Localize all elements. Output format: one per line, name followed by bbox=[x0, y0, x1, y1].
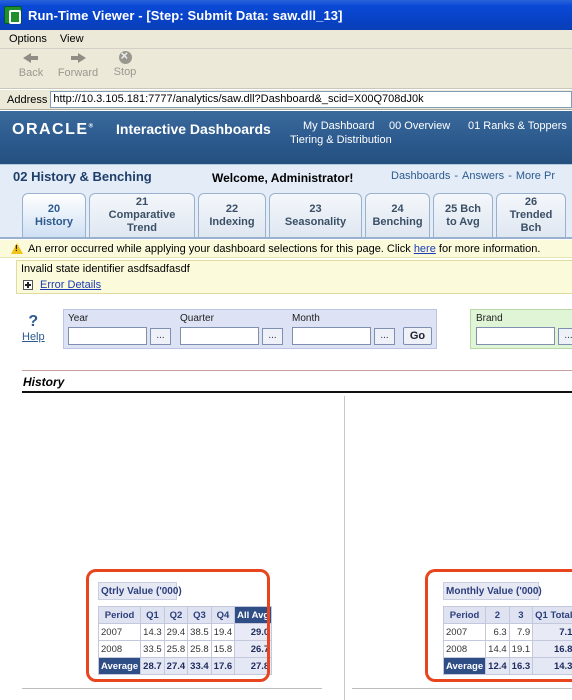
error-details-toggle[interactable]: Error Details bbox=[23, 279, 101, 291]
forward-label: Forward bbox=[57, 67, 99, 79]
month-input[interactable] bbox=[292, 327, 371, 345]
tab-26-trended-bch[interactable]: 26 Trended Bch bbox=[496, 193, 566, 237]
back-arrow-icon bbox=[23, 51, 39, 65]
year-input[interactable] bbox=[68, 327, 147, 345]
error-here-link[interactable]: here bbox=[414, 243, 436, 255]
quarter-label: Quarter bbox=[180, 313, 214, 324]
tab-21-comparative-trend[interactable]: 21 Comparative Trend bbox=[89, 193, 195, 237]
menu-bar: Options View bbox=[0, 30, 572, 49]
error-details-link[interactable]: Error Details bbox=[40, 279, 101, 291]
stop-button[interactable]: Stop bbox=[103, 48, 147, 78]
page-tabs: 20 History 21 Comparative Trend 22 Indexing … bbox=[0, 188, 572, 239]
menu-view[interactable]: View bbox=[51, 33, 88, 45]
tab-23-seasonality[interactable]: 23 Seasonality bbox=[269, 193, 362, 237]
help-label[interactable]: Help bbox=[22, 331, 45, 343]
error-box: Invalid state identifier asdfsadfasdf Er… bbox=[16, 260, 572, 294]
oracle-logo: ORACLE® bbox=[12, 121, 95, 138]
error-message: Invalid state identifier asdfsadfasdf bbox=[21, 263, 190, 275]
page-title: 02 History & Benching bbox=[13, 169, 152, 184]
prompts-panel: Year ... Quarter ... Month ... Go bbox=[63, 309, 437, 349]
warning-icon bbox=[11, 243, 23, 254]
toolbar: Back Forward Stop bbox=[0, 48, 572, 89]
address-label: Address bbox=[7, 93, 48, 106]
highlight-ring-qtrly bbox=[86, 569, 270, 682]
address-bar: Address http://10.3.105.181:7777/analyti… bbox=[0, 90, 572, 110]
stop-icon bbox=[118, 48, 132, 64]
error-text: An error occurred while applying your da… bbox=[28, 242, 541, 255]
section-top-divider bbox=[22, 370, 572, 371]
more-products-link[interactable]: More Pr bbox=[516, 170, 555, 182]
stop-label: Stop bbox=[113, 66, 137, 78]
global-links: Dashboards - Answers - More Pr bbox=[391, 170, 555, 182]
year-label: Year bbox=[68, 313, 89, 324]
nav-00-overview[interactable]: 00 Overview bbox=[389, 120, 450, 132]
help-question-icon: ? bbox=[28, 313, 39, 330]
quarter-input[interactable] bbox=[180, 327, 259, 345]
nav-01-ranks-toppers[interactable]: 01 Ranks & Toppers bbox=[468, 120, 567, 132]
highlight-ring-monthly bbox=[425, 569, 572, 682]
product-title: Interactive Dashboards bbox=[116, 121, 271, 137]
app-icon bbox=[4, 6, 22, 24]
month-picker-button[interactable]: ... bbox=[374, 328, 395, 345]
bottom-divider-left bbox=[22, 688, 322, 689]
back-label: Back bbox=[18, 67, 44, 79]
brand-input[interactable] bbox=[476, 327, 555, 345]
brand-label: Brand bbox=[476, 313, 503, 324]
error-bar: An error occurred while applying your da… bbox=[0, 240, 572, 258]
forward-arrow-icon bbox=[70, 51, 86, 65]
forward-button[interactable]: Forward bbox=[56, 51, 100, 79]
welcome-text: Welcome, Administrator! bbox=[212, 171, 354, 185]
tab-25-bch-to-avg[interactable]: 25 Bch to Avg bbox=[433, 193, 493, 237]
dashboards-link[interactable]: Dashboards bbox=[391, 170, 450, 182]
tab-22-indexing[interactable]: 22 Indexing bbox=[198, 193, 266, 237]
section-divider bbox=[22, 391, 572, 393]
tab-20-history[interactable]: 20 History bbox=[22, 193, 86, 237]
window-title-bar: Run-Time Viewer - [Step: Submit Data: sa… bbox=[0, 0, 572, 30]
nav-my-dashboard[interactable]: My Dashboard bbox=[303, 120, 375, 132]
brand-prompt-panel: Brand ... bbox=[470, 309, 572, 349]
oracle-header: ORACLE® Interactive Dashboards My Dashbo… bbox=[0, 111, 572, 164]
go-button[interactable]: Go bbox=[403, 327, 432, 345]
column-divider bbox=[344, 396, 345, 700]
window-title: Run-Time Viewer - [Step: Submit Data: sa… bbox=[28, 7, 343, 23]
nav-tiering-distribution[interactable]: Tiering & Distribution bbox=[290, 134, 392, 146]
expand-plus-icon[interactable] bbox=[23, 280, 33, 290]
back-button[interactable]: Back bbox=[9, 51, 53, 79]
menu-options[interactable]: Options bbox=[0, 33, 51, 45]
month-label: Month bbox=[292, 313, 320, 324]
bottom-divider-right bbox=[352, 688, 572, 689]
tab-24-benching[interactable]: 24 Benching bbox=[365, 193, 430, 237]
address-input[interactable]: http://10.3.105.181:7777/analytics/saw.d… bbox=[50, 91, 572, 108]
dashboard-bar: 02 History & Benching Welcome, Administr… bbox=[0, 164, 572, 188]
brand-picker-button[interactable]: ... bbox=[558, 328, 572, 345]
section-title: History bbox=[23, 375, 65, 389]
answers-link[interactable]: Answers bbox=[462, 170, 504, 182]
quarter-picker-button[interactable]: ... bbox=[262, 328, 283, 345]
help-link[interactable]: ? Help bbox=[22, 313, 45, 343]
year-picker-button[interactable]: ... bbox=[150, 328, 171, 345]
